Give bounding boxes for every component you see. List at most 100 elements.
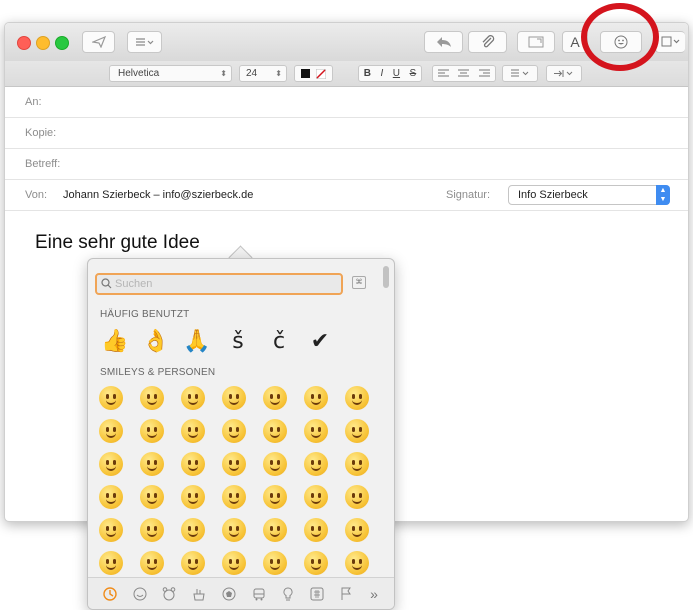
cc-field-row[interactable]: Kopie:	[5, 118, 688, 149]
smiley-emoji-item[interactable]	[345, 551, 369, 575]
smiley-emoji-item[interactable]	[304, 452, 328, 476]
from-value[interactable]: Johann Szierbeck – info@szierbeck.de	[63, 189, 253, 201]
subject-field-row[interactable]: Betreff:	[5, 149, 688, 180]
smiley-emoji-item[interactable]	[99, 419, 123, 443]
smiley-emoji-item[interactable]	[345, 485, 369, 509]
more-categories-icon[interactable]: »	[366, 586, 382, 602]
stepper-icon: ⬍	[220, 69, 227, 78]
font-family-select[interactable]: Helvetica ⬍	[109, 65, 232, 82]
format-bar: Helvetica ⬍ 24 ⬍ B I U S	[5, 61, 688, 87]
smiley-emoji-item[interactable]	[140, 518, 164, 542]
smiley-emoji-item[interactable]	[263, 485, 287, 509]
scrollbar-thumb[interactable]	[383, 266, 389, 288]
smiley-emoji-item[interactable]	[304, 518, 328, 542]
smiley-emoji-item[interactable]	[99, 452, 123, 476]
smiley-emoji-item[interactable]	[99, 518, 123, 542]
align-right-icon[interactable]	[479, 69, 491, 78]
paper-plane-icon	[91, 36, 106, 48]
character-viewer-icon[interactable]: ⌘	[352, 276, 366, 289]
travel-tab-icon[interactable]	[251, 586, 267, 602]
smileys-tab-icon[interactable]	[132, 586, 148, 602]
smiley-emoji-item[interactable]	[222, 518, 246, 542]
objects-tab-icon[interactable]	[280, 586, 296, 602]
chevron-updown-icon: ▲ ▼	[656, 185, 670, 205]
animals-tab-icon[interactable]	[161, 586, 177, 602]
smiley-emoji-item[interactable]	[99, 551, 123, 575]
symbols-tab-icon[interactable]	[309, 586, 325, 602]
smiley-emoji-item[interactable]	[140, 452, 164, 476]
photo-browser-button[interactable]	[517, 31, 555, 53]
align-center-icon[interactable]	[458, 69, 470, 78]
attach-button[interactable]	[468, 31, 507, 53]
from-row: Von: Johann Szierbeck – info@szierbeck.d…	[5, 180, 688, 211]
smiley-emoji-item[interactable]	[140, 485, 164, 509]
smiley-emoji-item[interactable]	[304, 386, 328, 410]
to-field-row[interactable]: An:	[5, 87, 688, 118]
underline-button[interactable]: U	[393, 68, 400, 79]
smiley-emoji-item[interactable]	[263, 419, 287, 443]
smiley-emoji-item[interactable]	[222, 485, 246, 509]
bold-button[interactable]: B	[364, 68, 371, 79]
smiley-emoji-item[interactable]	[181, 518, 205, 542]
minimize-window-button[interactable]	[36, 36, 50, 50]
flags-tab-icon[interactable]	[338, 586, 354, 602]
smiley-emoji-item[interactable]	[140, 419, 164, 443]
signature-select[interactable]: Info Szierbeck ▲ ▼	[508, 185, 670, 205]
recent-clock-icon[interactable]	[102, 586, 118, 602]
background-color-icon[interactable]	[315, 68, 327, 79]
smiley-emoji-item[interactable]	[140, 386, 164, 410]
message-body-text[interactable]: Eine sehr gute Idee	[35, 232, 200, 254]
color-controls[interactable]	[294, 65, 333, 82]
smiley-emoji-item[interactable]	[263, 518, 287, 542]
smiley-emoji-item[interactable]	[345, 518, 369, 542]
photo-menu-button[interactable]	[655, 31, 685, 53]
frequent-emoji-item[interactable]: 👌	[139, 327, 173, 357]
cc-label: Kopie:	[25, 127, 57, 139]
close-window-button[interactable]	[17, 36, 31, 50]
smiley-emoji-item[interactable]	[181, 419, 205, 443]
strikethrough-icon[interactable]: S	[410, 68, 417, 79]
frequent-emoji-item[interactable]: š	[221, 327, 255, 357]
smiley-emoji-item[interactable]	[181, 386, 205, 410]
align-left-icon[interactable]	[437, 69, 449, 78]
smiley-emoji-item[interactable]	[304, 485, 328, 509]
smiley-emoji-item[interactable]	[345, 386, 369, 410]
font-size-select[interactable]: 24 ⬍	[239, 65, 287, 82]
smiley-emoji-item[interactable]	[345, 452, 369, 476]
smiley-emoji-item[interactable]	[263, 386, 287, 410]
list-style-select[interactable]	[502, 65, 538, 82]
frequent-emoji-item[interactable]: ✔	[303, 327, 337, 357]
smiley-emoji-item[interactable]	[222, 386, 246, 410]
smiley-emoji-item[interactable]	[222, 452, 246, 476]
style-buttons: B I U S	[358, 65, 422, 82]
reply-arrow-icon	[436, 37, 451, 47]
category-tabs: »	[88, 577, 394, 609]
smiley-emoji-item[interactable]	[181, 452, 205, 476]
smiley-emoji-item[interactable]	[263, 551, 287, 575]
italic-button[interactable]: I	[381, 68, 384, 79]
smiley-emoji-item[interactable]	[345, 419, 369, 443]
frequent-emoji-item[interactable]: 👍	[98, 327, 132, 357]
food-tab-icon[interactable]	[191, 586, 207, 602]
emoji-search-input[interactable]: Suchen	[95, 273, 343, 295]
zoom-window-button[interactable]	[55, 36, 69, 50]
send-button[interactable]	[82, 31, 115, 53]
activity-tab-icon[interactable]	[221, 586, 237, 602]
emoji-picker: Suchen ⌘ HÄUFIG BENUTZT 👍 👌 🙏 š č ✔ SMILEYS &…	[87, 258, 395, 610]
smiley-emoji-item[interactable]	[263, 452, 287, 476]
smiley-emoji-item[interactable]	[181, 551, 205, 575]
smiley-emoji-item[interactable]	[304, 551, 328, 575]
frequent-emoji-item[interactable]: č	[262, 327, 296, 357]
indent-select[interactable]	[546, 65, 582, 82]
frequent-emoji-item[interactable]: 🙏	[180, 327, 214, 357]
header-fields-button[interactable]	[127, 31, 162, 53]
smiley-emoji-item[interactable]	[222, 419, 246, 443]
smiley-emoji-item[interactable]	[222, 551, 246, 575]
smiley-emoji-item[interactable]	[99, 386, 123, 410]
smiley-emoji-item[interactable]	[304, 419, 328, 443]
text-color-swatch[interactable]	[301, 69, 310, 78]
reply-button[interactable]	[424, 31, 463, 53]
smiley-emoji-item[interactable]	[181, 485, 205, 509]
smiley-emoji-item[interactable]	[140, 551, 164, 575]
smiley-emoji-item[interactable]	[99, 485, 123, 509]
